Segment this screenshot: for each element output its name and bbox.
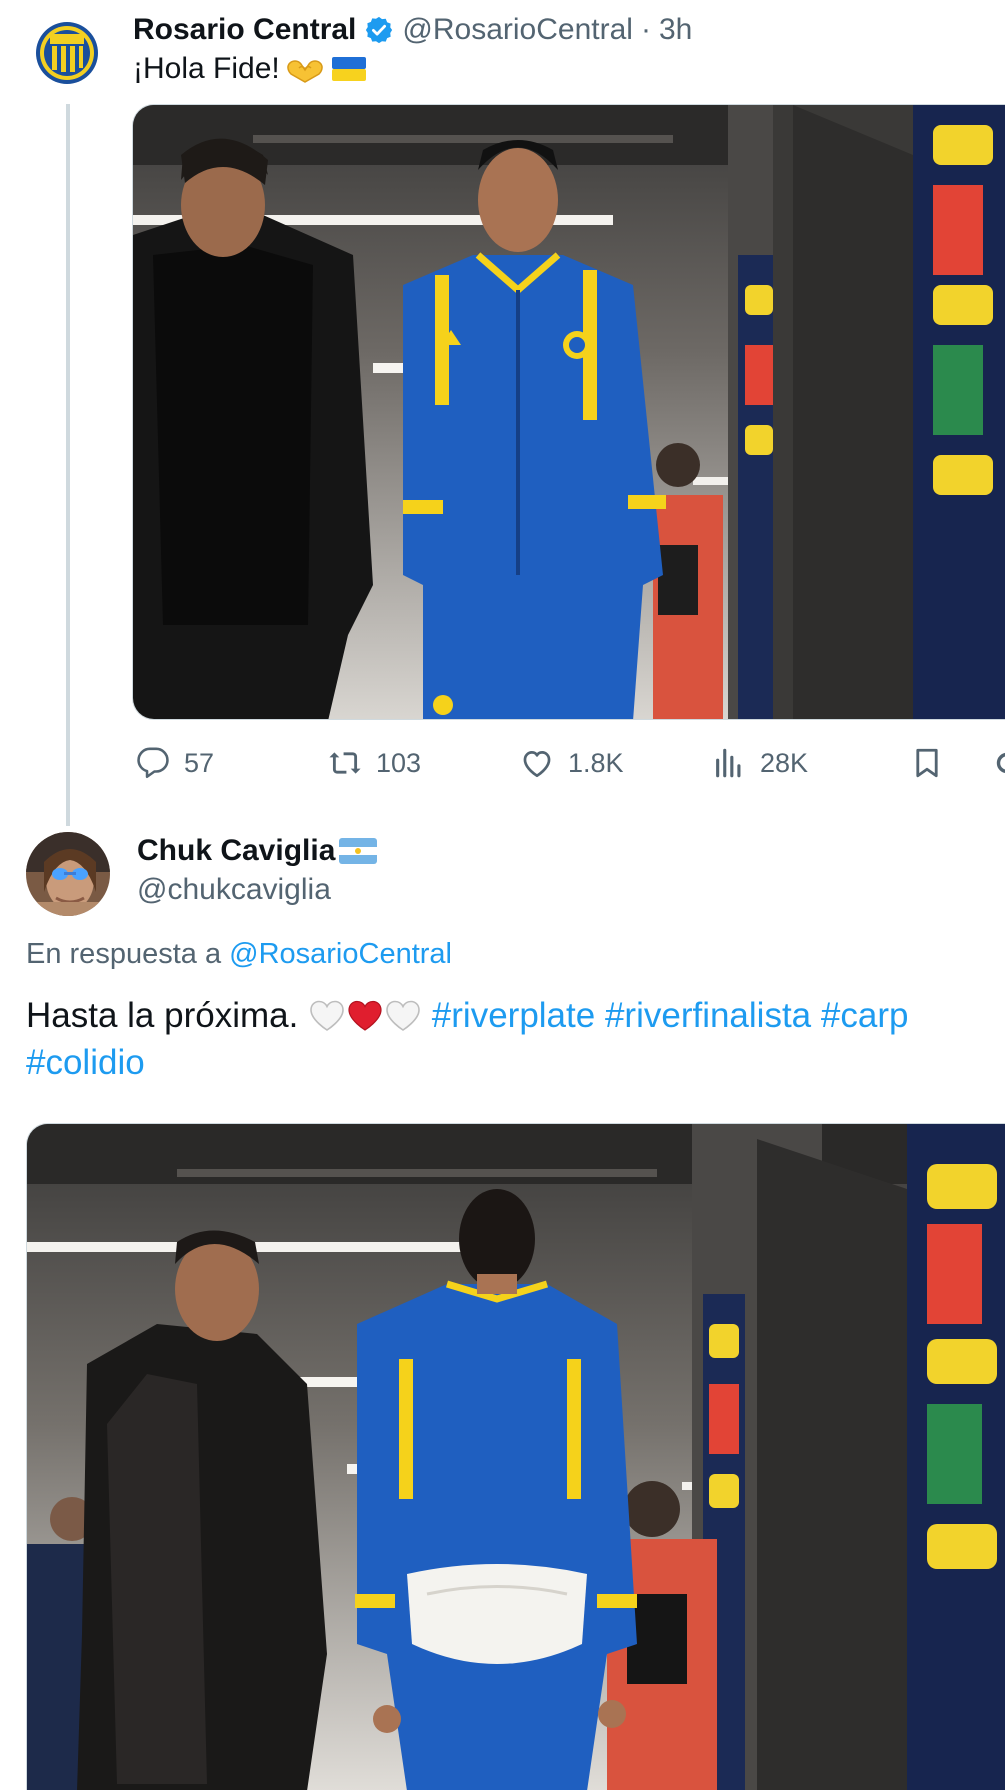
- chuk-caviglia-avatar[interactable]: [26, 832, 110, 916]
- reply-count: 57: [184, 747, 215, 778]
- tweet2-photo[interactable]: [26, 1123, 1005, 1790]
- tweet2-text-start: Hasta la próxima.: [26, 996, 299, 1035]
- views-count: 28K: [760, 747, 809, 778]
- bookmark-icon: [916, 748, 938, 778]
- tunnel-back-photo-image: [27, 1124, 1005, 1790]
- hashtag-carp[interactable]: #carp: [821, 996, 909, 1035]
- replying-to-prefix: En respuesta a: [26, 938, 222, 970]
- views-button[interactable]: 28K: [712, 738, 808, 788]
- tweet1-author-name[interactable]: Rosario Central: [133, 13, 356, 47]
- rosario-central-crest-icon: [36, 22, 98, 84]
- replying-to-link[interactable]: @RosarioCentral: [229, 938, 452, 970]
- rosario-central-avatar[interactable]: [34, 20, 100, 86]
- bookmark-button[interactable]: [910, 738, 944, 788]
- retweet-count: 103: [376, 747, 422, 778]
- tweet1-header: Rosario Central @RosarioCentral · 3h: [133, 10, 692, 50]
- heart-hands-emoji-icon: [286, 54, 324, 84]
- retweet-icon: [329, 752, 361, 774]
- hashtag-colidio[interactable]: #colidio: [26, 1043, 145, 1082]
- verified-badge-icon: [364, 15, 394, 45]
- share-button[interactable]: [990, 738, 1005, 788]
- ukraine-flag-emoji-icon: [330, 54, 368, 84]
- hashtag-riverfinalista[interactable]: #riverfinalista: [605, 996, 811, 1035]
- red-heart-emoji-icon: [346, 999, 384, 1033]
- tweet1-photo[interactable]: [132, 104, 1005, 720]
- tweet1-timestamp[interactable]: 3h: [659, 13, 692, 47]
- tweet1-text-content: ¡Hola Fide!: [133, 52, 280, 85]
- tweet1-text: ¡Hola Fide!: [133, 52, 368, 86]
- white-heart-emoji-icon: [308, 999, 346, 1033]
- user-photo-avatar-image: [26, 832, 110, 916]
- tunnel-photo-image: [133, 105, 1005, 719]
- reply-icon: [137, 747, 169, 779]
- tweet2-author-name[interactable]: Chuk Caviglia: [137, 834, 335, 868]
- tweet2-text: Hasta la próxima. #riverplate #riverfina…: [26, 992, 1001, 1086]
- hashtag-riverplate[interactable]: #riverplate: [432, 996, 595, 1035]
- reply-button[interactable]: 57: [136, 738, 214, 788]
- like-button[interactable]: 1.8K: [520, 738, 624, 788]
- share-icon: [996, 753, 1005, 773]
- tweet2-name-row: Chuk Caviglia: [137, 834, 378, 868]
- thread-connector-line: [66, 104, 70, 826]
- argentina-flag-emoji-icon: [339, 838, 378, 864]
- tweet1-action-bar: 57 103 1.8K 28K: [132, 738, 1005, 788]
- tweet1-handle[interactable]: @RosarioCentral: [402, 13, 633, 47]
- tweet2-handle[interactable]: @chukcaviglia: [137, 873, 331, 907]
- heart-icon: [523, 751, 551, 778]
- white-heart-emoji-icon-2: [384, 999, 422, 1033]
- like-count: 1.8K: [568, 747, 624, 778]
- replying-to-line: En respuesta a @RosarioCentral: [26, 938, 452, 971]
- tweet1-separator: ·: [640, 13, 651, 46]
- retweet-button[interactable]: 103: [328, 738, 421, 788]
- views-chart-icon: [716, 748, 741, 778]
